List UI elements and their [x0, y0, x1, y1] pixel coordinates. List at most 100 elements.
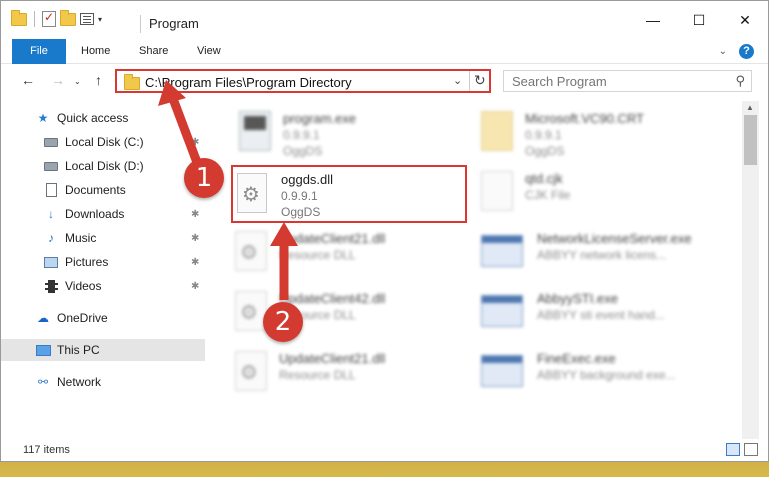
file-list: program.exe 0.9.9.1 OggDS Microsoft.VC90… — [211, 101, 741, 436]
sidebar-item-music[interactable]: ♪ Music ✱ — [1, 227, 205, 249]
pin-icon[interactable]: ✱ — [191, 257, 199, 268]
view-toggles — [726, 443, 758, 456]
toolbar-divider — [34, 11, 35, 27]
search-input[interactable] — [504, 71, 724, 91]
large-icons-view-icon[interactable] — [744, 443, 758, 456]
file-item[interactable]: program.exe 0.9.9.1 OggDS — [239, 105, 479, 165]
sidebar-item-local-disk-d[interactable]: Local Disk (D:) ✱ — [1, 155, 205, 177]
navigation-pane: ★ Quick access Local Disk (C:) ✱ Local D… — [1, 101, 206, 436]
file-version: 0.9.9.1 — [283, 128, 320, 142]
file-name: oggds.dll — [281, 172, 334, 187]
address-path[interactable]: C:\Program Files\Program Directory — [145, 75, 352, 90]
pin-icon[interactable]: ✱ — [191, 137, 199, 148]
tab-share[interactable]: Share — [125, 39, 182, 64]
videos-icon — [43, 279, 59, 293]
back-button[interactable]: ← — [21, 72, 35, 88]
address-divider — [469, 71, 470, 91]
new-folder-icon[interactable] — [60, 9, 76, 26]
file-item-oggds-dll[interactable]: oggds.dll 0.9.9.1 OggDS — [231, 165, 467, 223]
tab-home[interactable]: Home — [67, 39, 124, 64]
sidebar-item-this-pc[interactable]: This PC — [1, 339, 205, 361]
tab-view[interactable]: View — [183, 39, 235, 64]
settings-file-icon — [235, 231, 267, 271]
downloads-icon: ↓ — [48, 207, 54, 221]
address-bar[interactable]: C:\Program Files\Program Directory ⌄ ↻ — [115, 69, 491, 93]
music-icon: ♪ — [48, 231, 54, 245]
help-icon[interactable]: ? — [739, 44, 754, 59]
drive-icon — [43, 135, 59, 149]
pin-icon[interactable]: ✱ — [191, 281, 199, 292]
view-options-icon[interactable] — [80, 13, 94, 25]
file-version: 0.9.9.1 — [281, 189, 318, 203]
window-title: Program — [149, 16, 199, 31]
scroll-thumb[interactable] — [744, 115, 757, 165]
item-count: 117 items — [23, 444, 70, 456]
search-box[interactable]: ⚲ — [503, 70, 752, 92]
application-icon — [481, 235, 523, 267]
file-description: ABBYY background exe... — [537, 368, 676, 382]
sidebar-item-videos[interactable]: Videos ✱ — [1, 275, 205, 297]
sidebar-item-downloads[interactable]: ↓ Downloads ✱ — [1, 203, 205, 225]
file-description: ABBYY network licens... — [537, 248, 667, 262]
properties-icon[interactable] — [42, 10, 56, 27]
file-type: Resource DLL — [279, 248, 356, 262]
refresh-icon[interactable]: ↻ — [474, 72, 486, 89]
expand-ribbon-icon[interactable]: ⌄ — [719, 46, 727, 57]
customize-toolbar-arrow-icon[interactable]: ▾ — [98, 15, 102, 24]
file-name: Microsoft.VC90.CRT — [525, 111, 644, 126]
quick-access-toolbar: ▾ — [11, 9, 102, 27]
application-icon — [481, 355, 523, 387]
file-name: AbbyySTI.exe — [537, 291, 618, 306]
sidebar-item-local-disk-c[interactable]: Local Disk (C:) ✱ — [1, 131, 205, 153]
sidebar-item-network[interactable]: ⚯ Network — [1, 371, 205, 393]
file-name: UpdateClient42.dll — [279, 291, 386, 306]
folder-icon[interactable] — [11, 9, 27, 26]
scroll-up-icon[interactable]: ▲ — [746, 103, 754, 112]
sidebar-item-label: Quick access — [57, 111, 129, 125]
sidebar-item-documents[interactable]: Documents ✱ — [1, 179, 205, 201]
file-item[interactable]: Microsoft.VC90.CRT 0.9.9.1 OggDS — [481, 105, 721, 165]
network-icon: ⚯ — [37, 375, 49, 389]
minimize-button[interactable]: — — [630, 1, 676, 39]
file-item[interactable]: FineExec.exe ABBYY background exe... — [481, 345, 721, 405]
search-icon[interactable]: ⚲ — [735, 73, 745, 89]
sidebar-item-label: OneDrive — [57, 311, 108, 325]
file-icon — [481, 171, 513, 211]
sidebar-item-pictures[interactable]: Pictures ✱ — [1, 251, 205, 273]
sidebar-item-quick-access[interactable]: ★ Quick access — [1, 107, 205, 129]
maximize-button[interactable]: ☐ — [676, 1, 722, 39]
tab-file[interactable]: File — [12, 39, 66, 64]
recent-locations-button[interactable]: ⌄ — [74, 77, 81, 86]
file-name: qtd.cjk — [525, 171, 563, 186]
sidebar-item-label: Network — [57, 375, 102, 389]
file-item[interactable]: AbbyySTI.exe ABBYY sti event hand... — [481, 285, 721, 345]
file-item[interactable]: NetworkLicenseServer.exe ABBYY network l… — [481, 225, 721, 285]
file-item[interactable]: UpdateClient21.dll Resource DLL — [235, 225, 475, 285]
file-type: Resource DLL — [279, 368, 356, 382]
close-button[interactable]: ✕ — [722, 1, 768, 39]
pc-icon — [35, 343, 51, 357]
folder-icon — [124, 74, 140, 90]
explorer-window: ▾ Program — ☐ ✕ File Home Share View ⌄ ?… — [0, 0, 769, 462]
sidebar-item-label: Pictures — [65, 255, 109, 269]
file-item[interactable]: qtd.cjk CJK File — [481, 165, 721, 225]
details-view-icon[interactable] — [726, 443, 740, 456]
pin-icon[interactable]: ✱ — [191, 209, 199, 220]
vertical-scrollbar[interactable]: ▲ ▼ — [742, 101, 759, 456]
step-2-badge: 2 — [263, 302, 303, 342]
address-row: ← → ⌄ ↑ C:\Program Files\Program Directo… — [1, 64, 768, 98]
address-dropdown-icon[interactable]: ⌄ — [453, 74, 462, 87]
up-button[interactable]: ↑ — [95, 72, 102, 88]
file-name: UpdateClient21.dll — [279, 351, 386, 366]
sidebar-item-onedrive[interactable]: ☁ OneDrive — [1, 307, 205, 329]
file-company: OggDS — [281, 205, 321, 219]
title-bar: ▾ Program — ☐ ✕ — [1, 1, 768, 39]
file-type: CJK File — [525, 188, 571, 202]
forward-button[interactable]: → — [51, 72, 65, 88]
file-item[interactable]: UpdateClient21.dll Resource DLL — [235, 345, 475, 405]
sidebar-item-label: This PC — [57, 343, 100, 357]
pin-icon[interactable]: ✱ — [191, 233, 199, 244]
sidebar-item-label: Downloads — [65, 207, 125, 221]
window-controls: — ☐ ✕ — [630, 1, 768, 39]
file-name: NetworkLicenseServer.exe — [537, 231, 692, 246]
